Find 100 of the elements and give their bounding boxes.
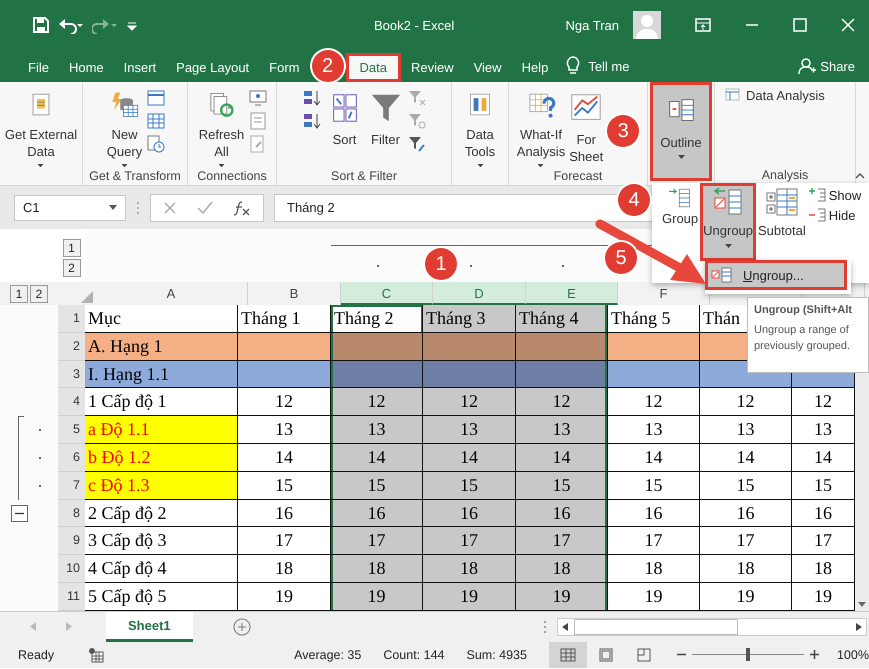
ribbon-button[interactable]: For Sheet xyxy=(567,85,606,169)
monitor-icon[interactable] xyxy=(249,89,268,107)
sort-descending-icon[interactable] xyxy=(302,112,322,130)
ribbon-tab[interactable]: View xyxy=(464,53,512,82)
macro-icon[interactable] xyxy=(88,646,104,663)
row-header[interactable]: 5 xyxy=(58,416,85,444)
table-cell: 13 xyxy=(238,416,331,444)
ribbon-tab[interactable]: Home xyxy=(58,53,114,82)
more-icon xyxy=(136,200,140,214)
ribbon-tab[interactable]: Data xyxy=(346,53,401,82)
table-cell: 16 xyxy=(238,500,331,528)
table-cell: 17 xyxy=(423,527,516,556)
table-cell: Tháng 2 xyxy=(331,305,423,333)
table-cell: 14 xyxy=(608,444,700,472)
ribbon-tab[interactable]: Insert xyxy=(114,53,166,82)
sheet-tab[interactable]: Sheet1 xyxy=(106,612,193,642)
maximize-icon[interactable] xyxy=(793,18,807,32)
ribbon-button[interactable]: Outline xyxy=(650,82,712,181)
page-break-icon xyxy=(636,648,651,662)
ribbon-button[interactable]: Get External Data xyxy=(2,85,80,169)
zoom-in-icon[interactable] xyxy=(810,650,819,660)
menu-item[interactable]: Ungroup... xyxy=(705,260,847,290)
ribbon-button[interactable]: Data Tools xyxy=(461,85,499,169)
row-header[interactable]: 10 xyxy=(58,555,85,583)
table-cell: 18 xyxy=(423,555,516,583)
share-button[interactable]: Share xyxy=(798,50,855,82)
hide-detail-icon xyxy=(808,207,826,223)
row-header[interactable]: 1 xyxy=(58,305,85,333)
advanced-filter-icon[interactable] xyxy=(408,135,426,153)
row-header[interactable]: 7 xyxy=(58,472,85,500)
function-icon[interactable] xyxy=(233,200,251,216)
check-icon[interactable] xyxy=(197,200,213,214)
row-header[interactable]: 6 xyxy=(58,444,85,472)
ribbon-tab[interactable]: File xyxy=(18,53,59,82)
table-cell: 19 xyxy=(700,582,792,611)
save-icon[interactable] xyxy=(32,16,50,34)
row-header[interactable]: 4 xyxy=(58,388,85,416)
table-cell: 17 xyxy=(608,527,700,556)
table-cell: 16 xyxy=(423,500,516,528)
step-badge: 3 xyxy=(607,115,640,147)
splitter-icon[interactable] xyxy=(542,620,547,634)
table-cell: c Độ 1.3 xyxy=(85,472,238,500)
ribbon-button[interactable]: What-If Analysis xyxy=(514,85,568,169)
ribbon-button[interactable]: Refresh All xyxy=(196,85,246,169)
table-cell: Mục xyxy=(85,305,238,333)
table-icon[interactable] xyxy=(147,89,166,107)
close-icon[interactable] xyxy=(841,18,855,32)
tell-me-field[interactable]: Tell me xyxy=(588,58,630,74)
ribbon-tab[interactable]: Form xyxy=(259,53,310,82)
outline-level-button[interactable]: 1 xyxy=(10,284,28,302)
table-cell: 16 xyxy=(331,500,423,528)
horizontal-scrollbar[interactable] xyxy=(556,618,867,636)
ribbon-button[interactable]: Filter xyxy=(366,85,404,169)
grid-icon[interactable] xyxy=(147,112,166,130)
add-sheet-icon[interactable] xyxy=(232,618,251,636)
menu-button[interactable]: Ungroup xyxy=(700,183,756,261)
row-header[interactable]: 11 xyxy=(58,582,85,611)
table-cell: 18 xyxy=(516,555,608,583)
ribbon-button[interactable]: Data Analysis xyxy=(723,85,827,168)
table-cell: 12 xyxy=(700,388,792,416)
column-header[interactable]: C xyxy=(341,282,433,305)
menu-item[interactable]: Hide xyxy=(808,207,862,223)
ribbon-button[interactable]: Sort xyxy=(326,85,364,169)
row-header[interactable]: 2 xyxy=(58,332,85,361)
table-cell: 4 Cấp độ 4 xyxy=(85,555,238,583)
table-cell: I. Hạng 1.1 xyxy=(85,360,238,388)
column-header[interactable]: D xyxy=(433,282,526,305)
outline-level-button[interactable]: 2 xyxy=(30,284,48,302)
ribbon-button[interactable]: New Query xyxy=(104,85,144,169)
table-cell: Tháng 5 xyxy=(608,305,700,333)
row-header[interactable]: 9 xyxy=(58,527,85,556)
collapse-ribbon-icon[interactable] xyxy=(855,172,865,179)
slider-thumb[interactable] xyxy=(746,648,750,662)
scroll-left-icon[interactable] xyxy=(562,622,568,631)
row-header[interactable]: 3 xyxy=(58,360,85,388)
sort-ascending-icon[interactable] xyxy=(302,89,322,107)
zoom-level[interactable]: 100% xyxy=(836,648,869,662)
table-cell: 14 xyxy=(238,444,331,472)
table-cell: Tháng 1 xyxy=(238,305,331,333)
scroll-down-icon[interactable] xyxy=(858,602,866,607)
collapse-button[interactable] xyxy=(11,504,28,522)
table-cell: 17 xyxy=(331,527,423,556)
ribbon-display-icon[interactable] xyxy=(695,18,711,32)
ribbon-tab[interactable]: Page Layout xyxy=(166,53,260,82)
ribbon-tab[interactable]: Help xyxy=(512,53,558,82)
clock-icon[interactable] xyxy=(147,135,166,153)
normal-view-button[interactable] xyxy=(548,642,587,668)
properties-icon[interactable] xyxy=(249,112,268,130)
table-cell: 17 xyxy=(238,527,331,556)
caret-icon xyxy=(218,164,225,167)
outline-level-button[interactable]: 1 xyxy=(62,239,80,257)
scroll-right-icon[interactable] xyxy=(856,622,862,631)
row-header[interactable]: 8 xyxy=(58,500,85,528)
name-box[interactable]: C1 xyxy=(14,194,126,220)
outline-level-button[interactable]: 2 xyxy=(62,259,80,277)
column-header[interactable]: E xyxy=(526,282,618,305)
table-cell: 16 xyxy=(516,500,608,528)
ribbon-tab[interactable]: Review xyxy=(400,53,464,82)
undo-icon[interactable] xyxy=(58,16,84,34)
table-cell: 19 xyxy=(792,582,855,611)
